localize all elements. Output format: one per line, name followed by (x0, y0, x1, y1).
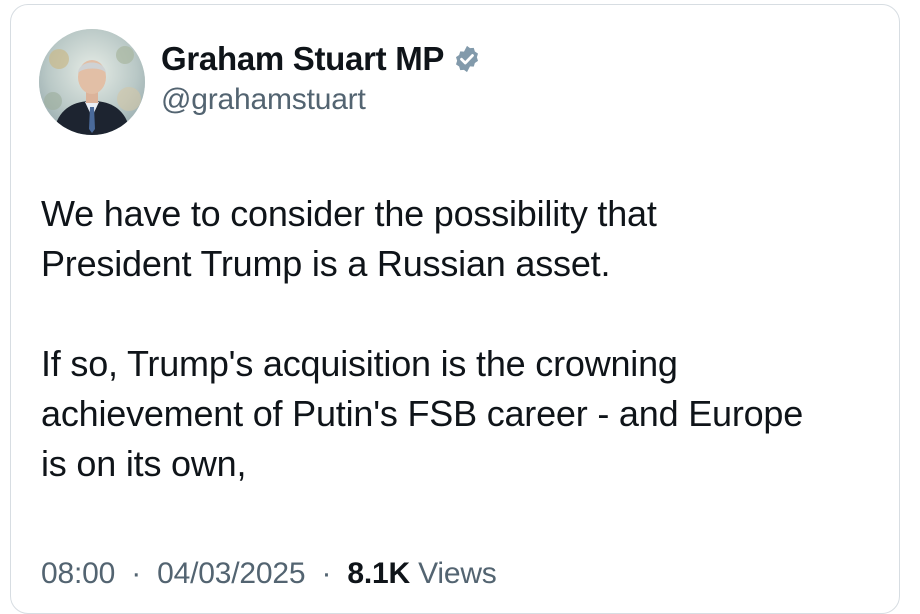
author-handle[interactable]: @grahamstuart (161, 83, 482, 117)
author-name-row: Graham Stuart MP (161, 37, 482, 81)
views-label: Views (418, 557, 497, 590)
tweet-paragraph: If so, Trump's acquisition is the crowni… (41, 343, 804, 484)
author-display-name[interactable]: Graham Stuart MP (161, 40, 444, 78)
author-header: Graham Stuart MP @grahamstuart (161, 37, 482, 117)
tweet-time[interactable]: 08:00 (41, 557, 115, 590)
tweet-text: We have to consider the possibility that… (41, 189, 891, 489)
verified-badge-icon[interactable] (452, 44, 482, 74)
tweet-card: Graham Stuart MP @grahamstuart We have t… (10, 4, 900, 614)
tweet-paragraph: We have to consider the possibility that… (41, 193, 657, 284)
meta-separator: · (131, 557, 142, 590)
tweet-date[interactable]: 04/03/2025 (157, 557, 305, 590)
tweet-meta: 08:00 · 04/03/2025 · 8.1K Views (41, 557, 497, 591)
avatar[interactable] (39, 29, 145, 135)
avatar-photo (39, 29, 145, 135)
views-count[interactable]: 8.1K (347, 557, 410, 590)
meta-separator: · (321, 557, 332, 590)
